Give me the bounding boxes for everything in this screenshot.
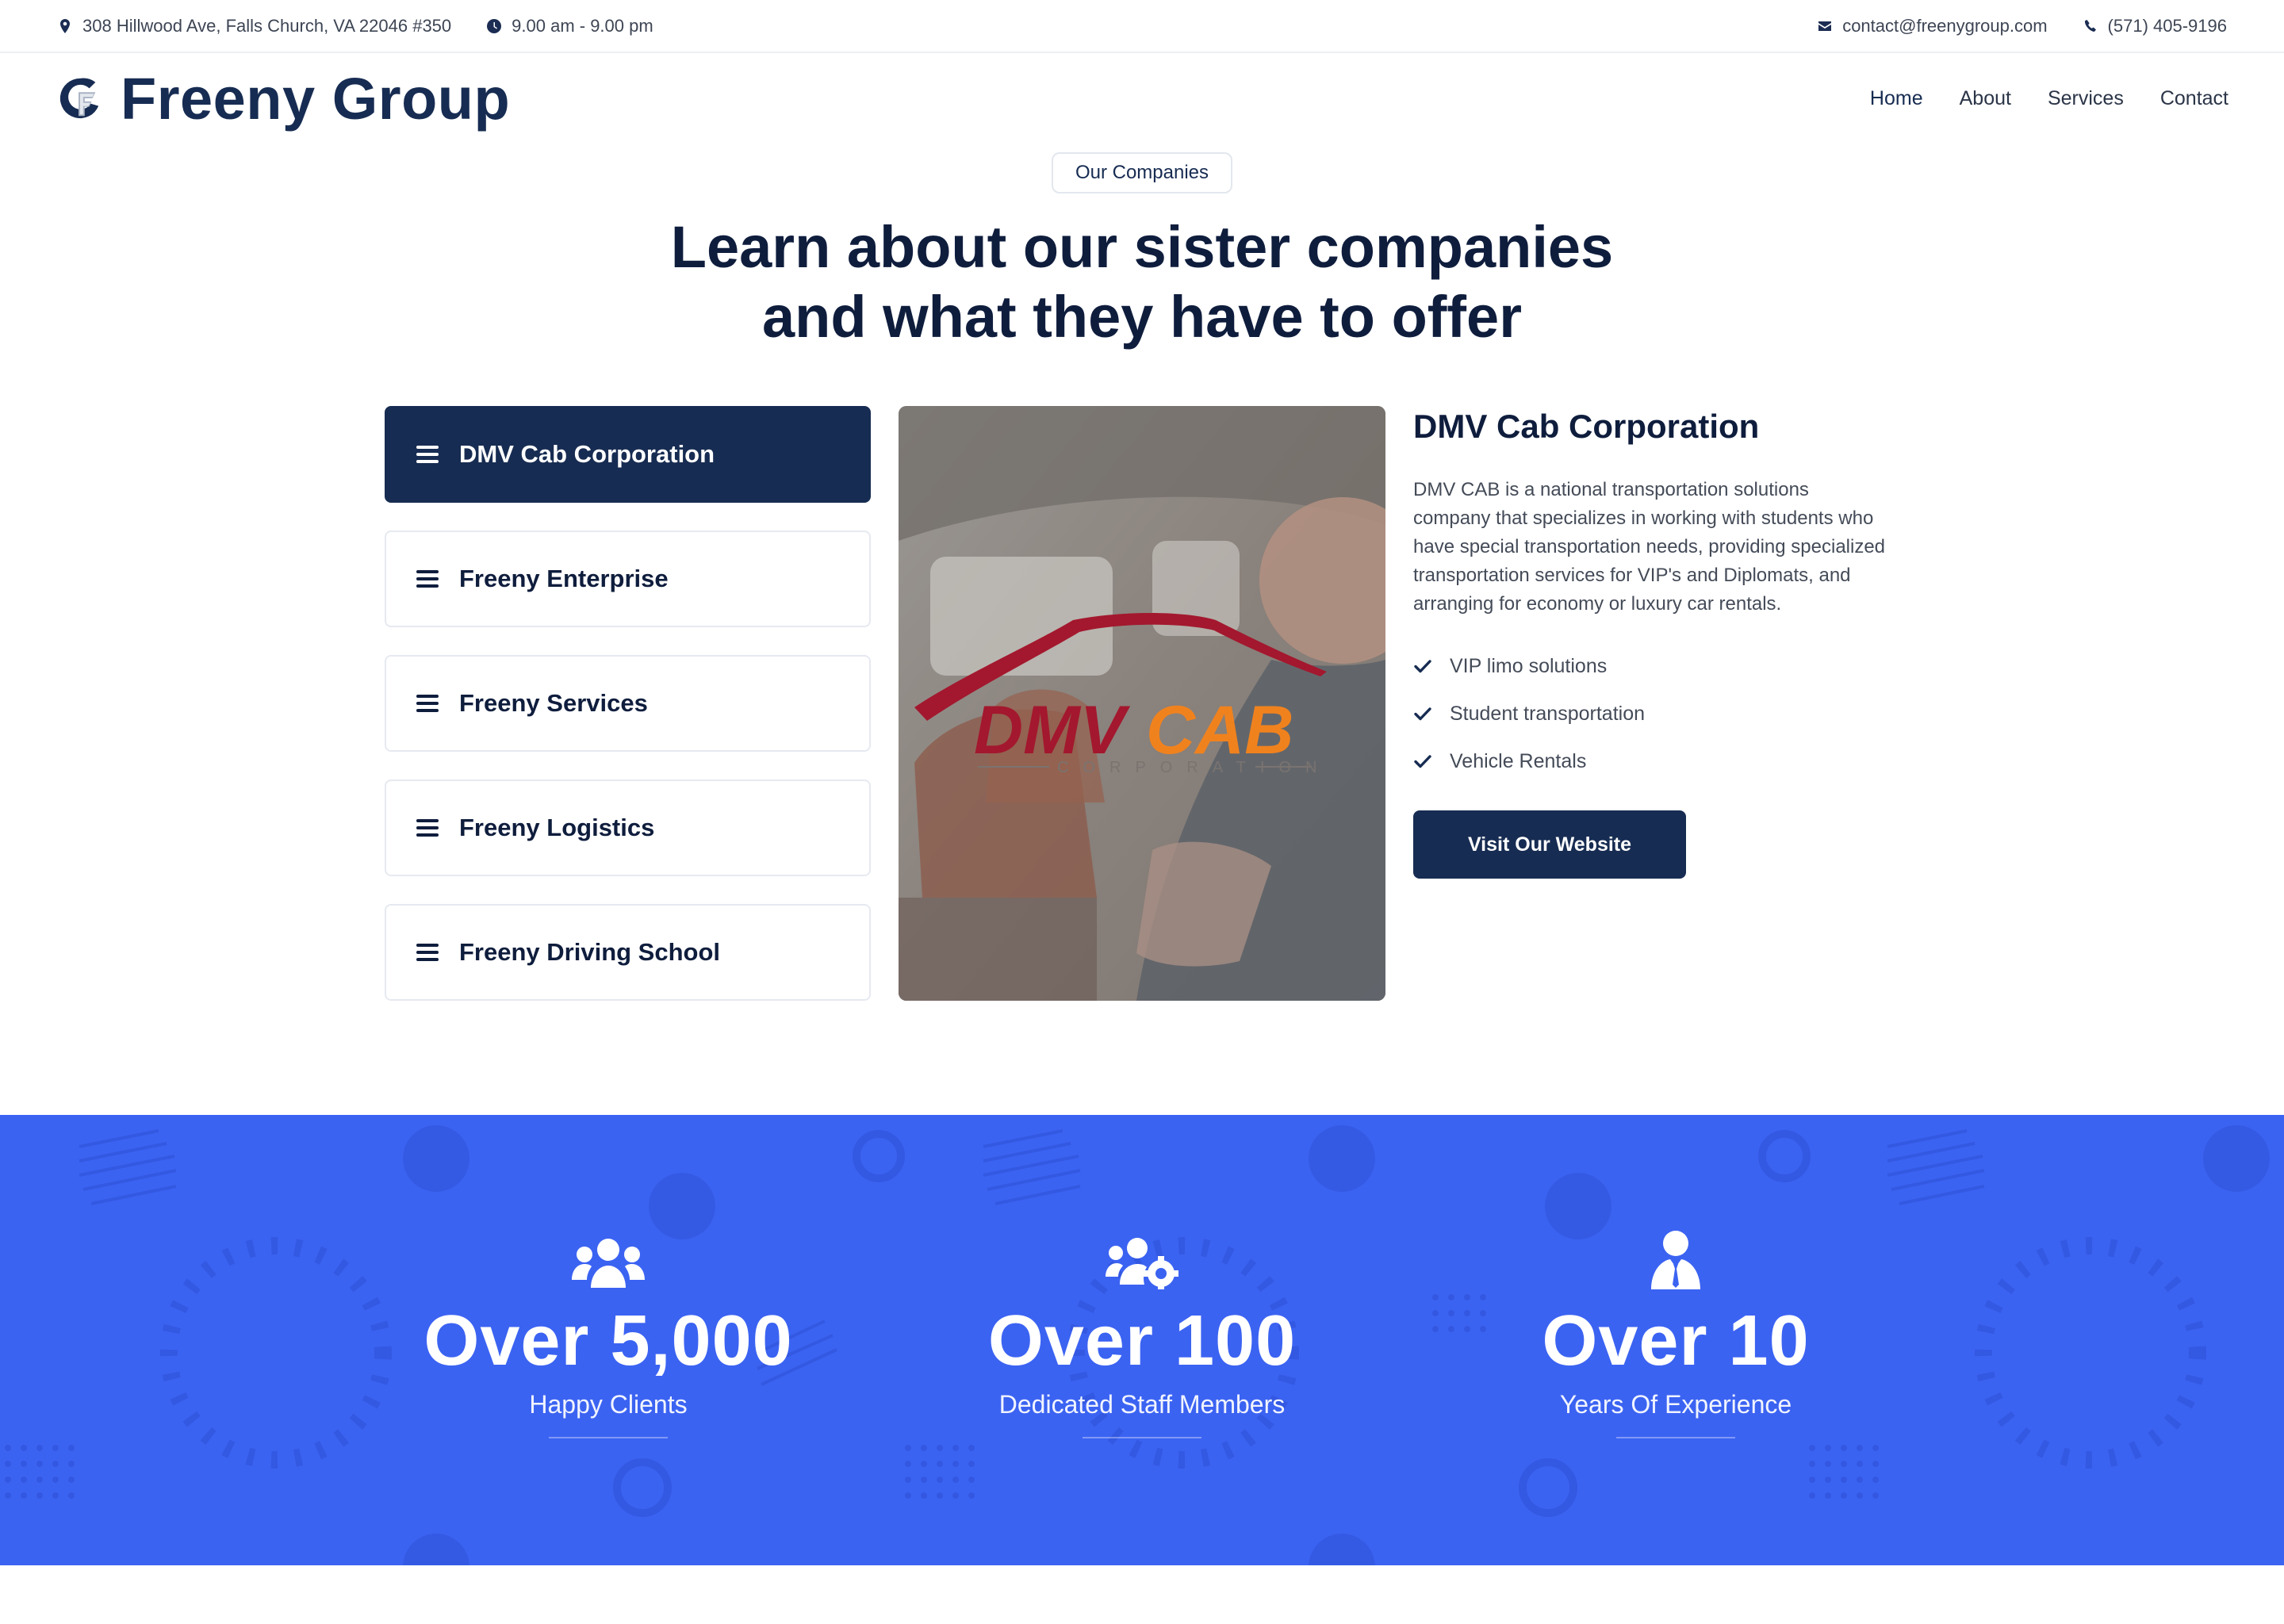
stat-label: Dedicated Staff Members [998,1390,1286,1419]
stat-value: Over 10 [1542,1301,1810,1381]
company-title: DMV Cab Corporation [1413,408,1760,445]
freeny-logo-icon [59,78,99,119]
menu-bars-icon [416,819,439,837]
tab-dmv-cab[interactable]: DMV Cab Corporation [385,406,871,503]
feature-text: Vehicle Rentals [1450,749,1587,772]
visit-website-button[interactable]: Visit Our Website [1413,810,1686,879]
tab-freeny-logistics[interactable]: Freeny Logistics [385,779,871,876]
company-tabs: DMV Cab Corporation Freeny Enterprise Fr… [385,406,871,1028]
user-tie-icon [1651,1231,1700,1289]
users-cog-icon [1106,1238,1178,1289]
nav-services[interactable]: Services [2048,87,2124,110]
section-title-line-1: Learn about our sister companies [670,214,1614,280]
divider [1616,1437,1735,1438]
company-image: DMV CAB CORPORATION [899,406,1385,1001]
stat-value: Over 100 [987,1301,1297,1381]
tab-label: Freeny Driving School [459,938,721,966]
feature-list: VIP limo solutions Student transportatio… [1413,642,1889,785]
stat-value: Over 5,000 [423,1301,793,1381]
check-icon [1414,755,1431,768]
phone-link[interactable]: (571) 405-9196 [2108,16,2227,36]
tab-label: Freeny Enterprise [459,565,669,592]
check-icon [1414,707,1431,721]
tab-freeny-driving-school[interactable]: Freeny Driving School [385,904,871,1001]
logo-cab-text: CAB [1146,692,1293,768]
address-info: 308 Hillwood Ave, Falls Church, VA 22046… [57,16,451,36]
tab-label: Freeny Logistics [459,814,655,841]
tab-freeny-services[interactable]: Freeny Services [385,655,871,752]
email-link[interactable]: contact@freenygroup.com [1842,16,2047,36]
stat-label: Years Of Experience [1559,1390,1792,1419]
tab-label: DMV Cab Corporation [459,440,715,468]
list-item: Student transportation [1413,690,1889,737]
brand-name: Freeny Group [121,65,511,132]
nav-contact[interactable]: Contact [2160,87,2228,110]
nav-about[interactable]: About [1960,87,2011,110]
tab-label: Freeny Services [459,689,648,717]
address-text: 308 Hillwood Ave, Falls Church, VA 22046… [82,15,452,36]
users-icon [572,1239,645,1288]
envelope-icon [1818,21,1832,31]
stats-section: Over 5,000 Happy Clients Over 100 Dedica… [0,1115,2284,1565]
car-interior-illustration: DMV CAB CORPORATION [899,406,1385,1001]
clock-icon [487,18,502,33]
top-info-bar: 308 Hillwood Ave, Falls Church, VA 22046… [0,0,2284,53]
list-item: VIP limo solutions [1413,642,1889,690]
hours-info: 9.00 am - 9.00 pm [486,16,653,36]
map-pin-icon [60,18,70,33]
company-detail: DMV Cab Corporation DMV CAB is a nationa… [1413,403,1889,879]
brand[interactable]: Freeny Group [57,65,510,132]
phone-icon [2084,19,2096,32]
tab-freeny-enterprise[interactable]: Freeny Enterprise [385,530,871,627]
hours-text: 9.00 am - 9.00 pm [512,15,653,36]
stat-happy-clients: Over 5,000 Happy Clients [362,1226,854,1438]
main-header: Freeny Group Home About Services Contact [0,55,2284,142]
stat-years-experience: Over 10 Years Of Experience [1430,1226,1922,1438]
feature-text: Student transportation [1450,702,1645,725]
email-info[interactable]: contact@freenygroup.com [1817,16,2048,36]
nav-home[interactable]: Home [1870,87,1923,110]
phone-info[interactable]: (571) 405-9196 [2083,16,2227,36]
menu-bars-icon [416,570,439,588]
stat-staff-members: Over 100 Dedicated Staff Members [896,1226,1388,1438]
menu-bars-icon [416,944,439,961]
feature-text: VIP limo solutions [1450,654,1608,677]
section-title: Learn about our sister companies and wha… [508,213,1776,352]
stat-label: Happy Clients [529,1390,688,1419]
section-title-line-2: and what they have to offer [761,284,1523,350]
main-nav: Home About Services Contact [1870,87,2228,110]
divider [549,1437,668,1438]
logo-dmv-text: DMV [974,692,1131,768]
menu-bars-icon [416,695,439,712]
menu-bars-icon [416,446,439,463]
divider [1083,1437,1201,1438]
section-tag: Our Companies [1052,152,1232,193]
company-description: DMV CAB is a national transportation sol… [1413,479,1886,615]
list-item: Vehicle Rentals [1413,737,1889,785]
logo-corporation-text: CORPORATION [1057,759,1331,776]
check-icon [1414,660,1431,673]
